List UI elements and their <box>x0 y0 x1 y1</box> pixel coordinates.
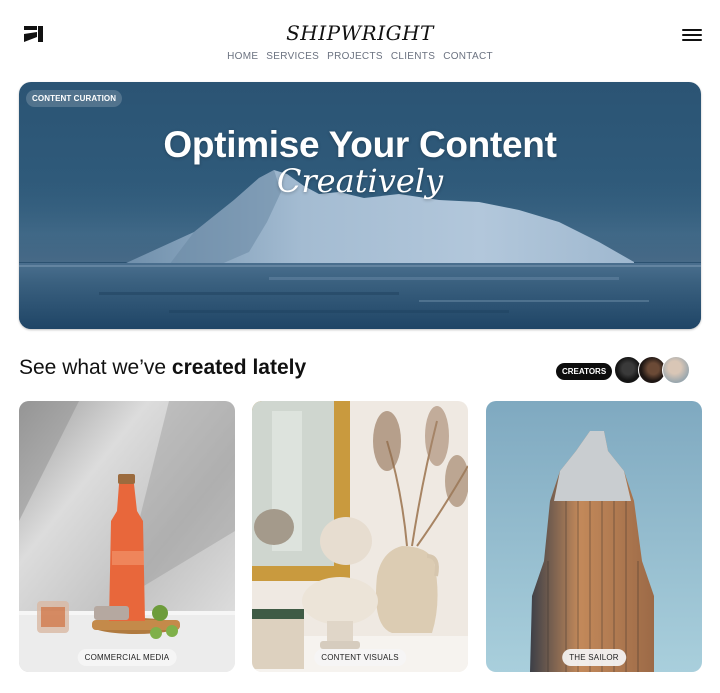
creator-avatars <box>614 356 690 384</box>
hero-subtitle: Creatively <box>276 162 444 200</box>
menu-line <box>682 34 702 36</box>
card-label: CONTENT VISUALS <box>314 649 406 666</box>
section-title: See what we’ve created lately <box>19 356 306 380</box>
menu-line <box>682 29 702 31</box>
section-title-regular: See what we’ve <box>19 356 172 379</box>
creator-avatar-3[interactable] <box>662 356 690 384</box>
iceberg-image <box>19 170 701 329</box>
nav-services[interactable]: SERVICES <box>266 51 319 62</box>
nav-home[interactable]: HOME <box>227 51 258 62</box>
nav-contact[interactable]: CONTACT <box>443 51 493 62</box>
product-bottle-photo <box>19 401 235 672</box>
interior-bust-photo <box>252 401 468 672</box>
card-label: COMMERCIAL MEDIA <box>77 649 177 666</box>
card-label: THE SAILOR <box>562 649 626 666</box>
menu-line <box>682 39 702 41</box>
brand-title[interactable]: SHIPWRIGHT <box>0 21 720 45</box>
creators-button[interactable]: CREATORS <box>556 363 613 380</box>
skyscraper-photo <box>486 401 702 672</box>
hero-banner: CONTENT CURATION Optimise Your Content C… <box>19 82 701 329</box>
section-title-bold: created lately <box>171 356 307 379</box>
hero-category-badge[interactable]: CONTENT CURATION <box>26 90 123 107</box>
nav-clients[interactable]: CLIENTS <box>391 51 435 62</box>
hamburger-menu-icon[interactable] <box>682 29 702 43</box>
hero-title: Optimise Your Content <box>163 124 557 165</box>
project-card-commercial-media[interactable]: COMMERCIAL MEDIA <box>19 401 235 672</box>
project-card-the-sailor[interactable]: THE SAILOR <box>486 401 702 672</box>
main-nav: HOME SERVICES PROJECTS CLIENTS CONTACT <box>0 51 720 62</box>
nav-projects[interactable]: PROJECTS <box>327 51 383 62</box>
project-card-content-visuals[interactable]: CONTENT VISUALS <box>252 401 468 672</box>
